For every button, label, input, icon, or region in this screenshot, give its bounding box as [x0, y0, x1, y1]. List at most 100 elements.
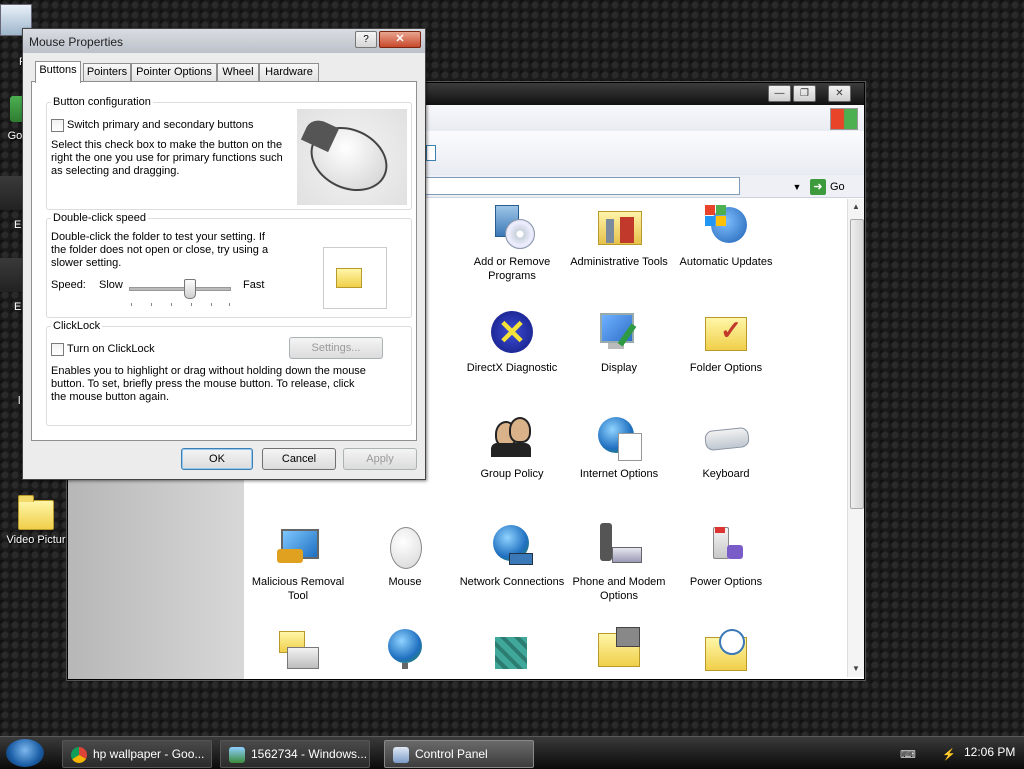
cp-item-label: Display — [600, 362, 638, 374]
desktop-icon-video-pictures[interactable]: Video Pictur — [4, 495, 68, 546]
fast-label: Fast — [243, 279, 265, 291]
help-button[interactable]: ? — [355, 31, 377, 48]
tab-pointer-options[interactable]: Pointer Options — [131, 63, 217, 81]
vertical-scrollbar[interactable]: ▲ ▼ — [847, 199, 864, 677]
cp-item-display[interactable]: Display — [565, 309, 673, 375]
mouse-properties-dialog: Mouse Properties ? ✕ Buttons Pointers Po… — [22, 28, 426, 480]
clicklock-checkbox[interactable] — [51, 343, 64, 356]
add-remove-programs-icon — [489, 203, 535, 249]
picture-viewer-icon — [229, 746, 245, 763]
administrative-tools-icon — [596, 203, 642, 249]
apply-button[interactable]: Apply — [343, 448, 417, 470]
group-policy-icon — [489, 415, 535, 461]
windows-logo-icon — [830, 108, 858, 130]
scanners-cameras-icon — [596, 627, 642, 673]
cp-item-administrative-tools[interactable]: Administrative Tools — [565, 203, 673, 269]
ok-button[interactable]: OK — [181, 448, 253, 470]
tab-wheel[interactable]: Wheel — [217, 63, 259, 81]
folder-icon — [18, 495, 54, 530]
mouse-illustration-icon — [297, 109, 407, 205]
chrome-icon — [71, 746, 87, 763]
clicklock-settings-button[interactable]: Settings... — [289, 337, 383, 359]
dialog-close-button[interactable]: ✕ — [379, 31, 421, 48]
cp-item-phone-modem-options[interactable]: Phone and Modem Options — [565, 523, 673, 603]
scroll-thumb[interactable] — [850, 219, 864, 509]
cp-item-malicious-removal-tool[interactable]: Malicious Removal Tool — [244, 523, 352, 603]
go-label: Go — [830, 181, 845, 193]
phone-modem-icon — [596, 523, 642, 569]
go-button[interactable]: ➜ Go — [810, 178, 845, 196]
button-config-description: Select this check box to make the button… — [51, 139, 283, 177]
control-panel-icon — [393, 746, 409, 763]
clicklock-description: Enables you to highlight or drag without… — [51, 365, 366, 403]
cp-item-printers[interactable] — [244, 627, 352, 679]
cp-item-label: Administrative Tools — [570, 256, 668, 268]
malicious-removal-tool-icon — [275, 523, 321, 569]
minimize-button[interactable]: — — [768, 85, 791, 102]
cp-item-label: Mouse — [388, 576, 422, 588]
scroll-up-icon[interactable]: ▲ — [848, 199, 864, 215]
cp-item-automatic-updates[interactable]: Automatic Updates — [672, 203, 780, 269]
dialog-titlebar[interactable]: Mouse Properties ? ✕ — [23, 29, 425, 53]
cp-item-label: Malicious Removal Tool — [251, 576, 345, 602]
tab-hardware[interactable]: Hardware — [259, 63, 319, 81]
cp-item-folder-options[interactable]: ✓ Folder Options — [672, 309, 780, 375]
tab-buttons[interactable]: Buttons — [35, 61, 81, 83]
cp-item-label: Keyboard — [702, 468, 750, 480]
taskbar-item-picture-viewer[interactable]: 1562734 - Windows... — [220, 740, 370, 768]
speed-slider-track[interactable] — [129, 287, 231, 291]
double-click-speed-group: Double-click speed Double-click the fold… — [46, 212, 412, 318]
network-tray-icon[interactable]: ⚡ — [942, 748, 956, 761]
taskbar-item-chrome[interactable]: hp wallpaper - Goo... — [62, 740, 212, 768]
switch-buttons-checkbox[interactable] — [51, 119, 64, 132]
task-pane — [68, 479, 244, 679]
cp-item-directx-diagnostic[interactable]: ✕ DirectX Diagnostic — [458, 309, 566, 375]
views-dropdown[interactable] — [426, 145, 436, 161]
mouse-icon — [382, 523, 428, 569]
slider-tick — [229, 303, 230, 306]
tab-pointers[interactable]: Pointers — [83, 63, 131, 81]
slider-tick — [151, 303, 152, 306]
clicklock-checkbox-label: Turn on ClickLock — [67, 343, 155, 355]
cp-item-regional[interactable] — [351, 627, 459, 679]
cp-item-add-remove-programs[interactable]: Add or Remove Programs — [458, 203, 566, 283]
button-configuration-group: Button configuration Switch primary and … — [46, 96, 412, 210]
cp-item-label: Network Connections — [459, 576, 565, 588]
speed-slider-thumb[interactable] — [184, 279, 196, 299]
cp-item-scheduled[interactable] — [458, 627, 566, 679]
taskbar-item-label: 1562734 - Windows... — [251, 747, 368, 761]
test-area[interactable] — [323, 247, 387, 309]
folder-options-icon: ✓ — [703, 309, 749, 355]
cp-item-internet-options[interactable]: Internet Options — [565, 415, 673, 481]
keyboard-tray-icon[interactable]: ⌨ — [900, 748, 916, 761]
cp-item-group-policy[interactable]: Group Policy — [458, 415, 566, 481]
close-button[interactable]: ✕ — [828, 85, 851, 102]
speed-label: Speed: — [51, 279, 86, 291]
cp-item-network-connections[interactable]: Network Connections — [458, 523, 566, 589]
desktop-icon-label: Video Pictur — [6, 534, 66, 546]
clock[interactable]: 12:06 PM — [964, 745, 1015, 759]
scroll-down-icon[interactable]: ▼ — [848, 661, 864, 677]
cp-item-scanners-cameras[interactable] — [565, 627, 673, 679]
cp-item-label: Internet Options — [579, 468, 659, 480]
cancel-button[interactable]: Cancel — [262, 448, 336, 470]
blocks-icon — [489, 627, 535, 673]
cp-item-label: DirectX Diagnostic — [466, 362, 558, 374]
cp-item-label: Folder Options — [689, 362, 763, 374]
slider-tick — [191, 303, 192, 306]
test-folder-icon[interactable] — [336, 268, 362, 288]
cp-item-label: Power Options — [689, 576, 763, 588]
cp-item-mouse[interactable]: Mouse — [351, 523, 459, 589]
cp-item-power-options[interactable]: Power Options — [672, 523, 780, 589]
taskbar-item-control-panel[interactable]: Control Panel — [384, 740, 534, 768]
cp-item-keyboard[interactable]: Keyboard — [672, 415, 780, 481]
address-dropdown-icon[interactable]: ▼ — [790, 179, 804, 195]
power-options-icon — [703, 523, 749, 569]
maximize-button[interactable]: ❐ — [793, 85, 816, 102]
cp-item-scheduled-tasks[interactable] — [672, 627, 780, 679]
taskbar: hp wallpaper - Goo... 1562734 - Windows.… — [0, 736, 1024, 769]
desktop-icon-label: E — [14, 219, 22, 231]
start-button[interactable] — [6, 739, 44, 767]
dialog-title: Mouse Properties — [29, 35, 124, 49]
display-icon — [596, 309, 642, 355]
